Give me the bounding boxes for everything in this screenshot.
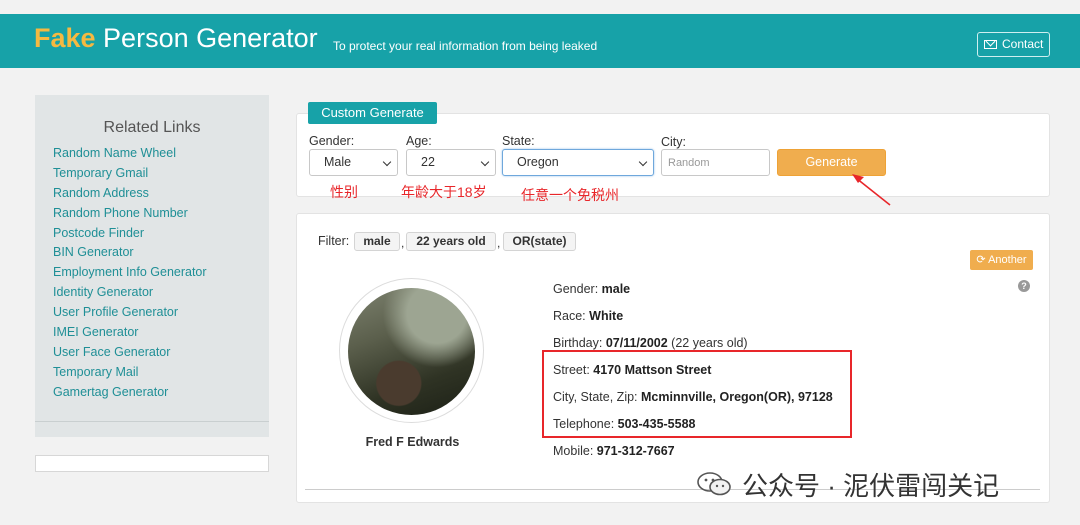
age-label: Age: (406, 134, 432, 148)
sidebar-link-imei-generator[interactable]: IMEI Generator (53, 323, 207, 343)
question-icon[interactable]: ? (1018, 280, 1030, 292)
sidebar-link-gamertag-generator[interactable]: Gamertag Generator (53, 383, 207, 403)
contact-button[interactable]: Contact (977, 32, 1050, 57)
age-select-value: 22 (421, 155, 435, 169)
watermark-text: 公众号 · 泥伏雷闯关记 (742, 471, 1000, 501)
sidebar-link-temporary-mail[interactable]: Temporary Mail (53, 363, 207, 383)
filter-chip-age[interactable]: 22 years old (406, 232, 496, 251)
filter-chip-gender[interactable]: male (354, 232, 400, 251)
annotation-gender: 性别 (330, 184, 358, 200)
another-button[interactable]: ⟳ Another (970, 250, 1033, 270)
info-gender: Gender: male (553, 282, 631, 296)
sidebar-link-temporary-gmail[interactable]: Temporary Gmail (53, 164, 207, 184)
related-links-list: Random Name Wheel Temporary Gmail Random… (53, 144, 207, 403)
info-birthday: Birthday: 07/11/2002 (22 years old) (553, 336, 748, 350)
related-links-heading: Related Links (103, 119, 201, 136)
top-navbar: Fake Person Generator To protect your re… (0, 14, 1080, 68)
refresh-icon: ⟳ (976, 254, 986, 266)
chevron-down-icon (480, 157, 490, 167)
sidebar-link-postcode-finder[interactable]: Postcode Finder (53, 224, 207, 244)
annotation-state: 任意一个免税州 (521, 187, 619, 203)
chevron-down-icon (638, 157, 648, 167)
sidebar-empty-box (35, 455, 269, 472)
another-label: Another (988, 254, 1027, 266)
sidebar-link-random-name-wheel[interactable]: Random Name Wheel (53, 144, 207, 164)
sidebar-link-user-profile-generator[interactable]: User Profile Generator (53, 303, 207, 323)
sidebar-link-random-phone-number[interactable]: Random Phone Number (53, 204, 207, 224)
filter-chip-state[interactable]: OR(state) (503, 232, 576, 251)
state-select-value: Oregon (517, 155, 559, 169)
site-title[interactable]: Fake Person Generator (34, 23, 318, 54)
sidebar-link-bin-generator[interactable]: BIN Generator (53, 243, 207, 263)
state-label: State: (502, 134, 535, 148)
sidebar-link-user-face-generator[interactable]: User Face Generator (53, 343, 207, 363)
sidebar-link-employment-info-generator[interactable]: Employment Info Generator (53, 263, 207, 283)
filter-label: Filter: (318, 234, 350, 248)
sidebar-divider (35, 421, 269, 422)
city-label: City: (661, 135, 686, 149)
gender-select[interactable]: Male (309, 149, 398, 176)
contact-label: Contact (1001, 37, 1044, 51)
age-select[interactable]: 22 (406, 149, 496, 176)
state-select[interactable]: Oregon (502, 149, 654, 176)
chevron-down-icon (382, 157, 392, 167)
wechat-icon (697, 472, 731, 496)
annotation-age: 年龄大于18岁 (401, 184, 487, 200)
related-links-panel: Related Links Random Name Wheel Temporar… (35, 95, 269, 437)
city-input[interactable] (661, 149, 770, 176)
envelope-icon (983, 40, 997, 49)
gender-label: Gender: (309, 134, 355, 148)
annotation-highlight-box (542, 350, 852, 438)
annotation-arrow (852, 174, 891, 206)
person-name: Fred F Edwards (365, 435, 460, 449)
sidebar-link-identity-generator[interactable]: Identity Generator (53, 283, 207, 303)
avatar (348, 288, 475, 415)
site-tagline: To protect your real information from be… (333, 39, 598, 53)
info-race: Race: White (553, 309, 624, 323)
site-title-fake: Fake (34, 23, 96, 53)
gender-select-value: Male (324, 155, 352, 169)
custom-generate-tab[interactable]: Custom Generate (308, 102, 437, 124)
site-title-rest: Person Generator (95, 23, 318, 53)
filter-separator: , (401, 236, 405, 250)
sidebar-link-random-address[interactable]: Random Address (53, 184, 207, 204)
filter-separator: , (497, 236, 501, 250)
info-mobile: Mobile: 971-312-7667 (553, 444, 675, 458)
